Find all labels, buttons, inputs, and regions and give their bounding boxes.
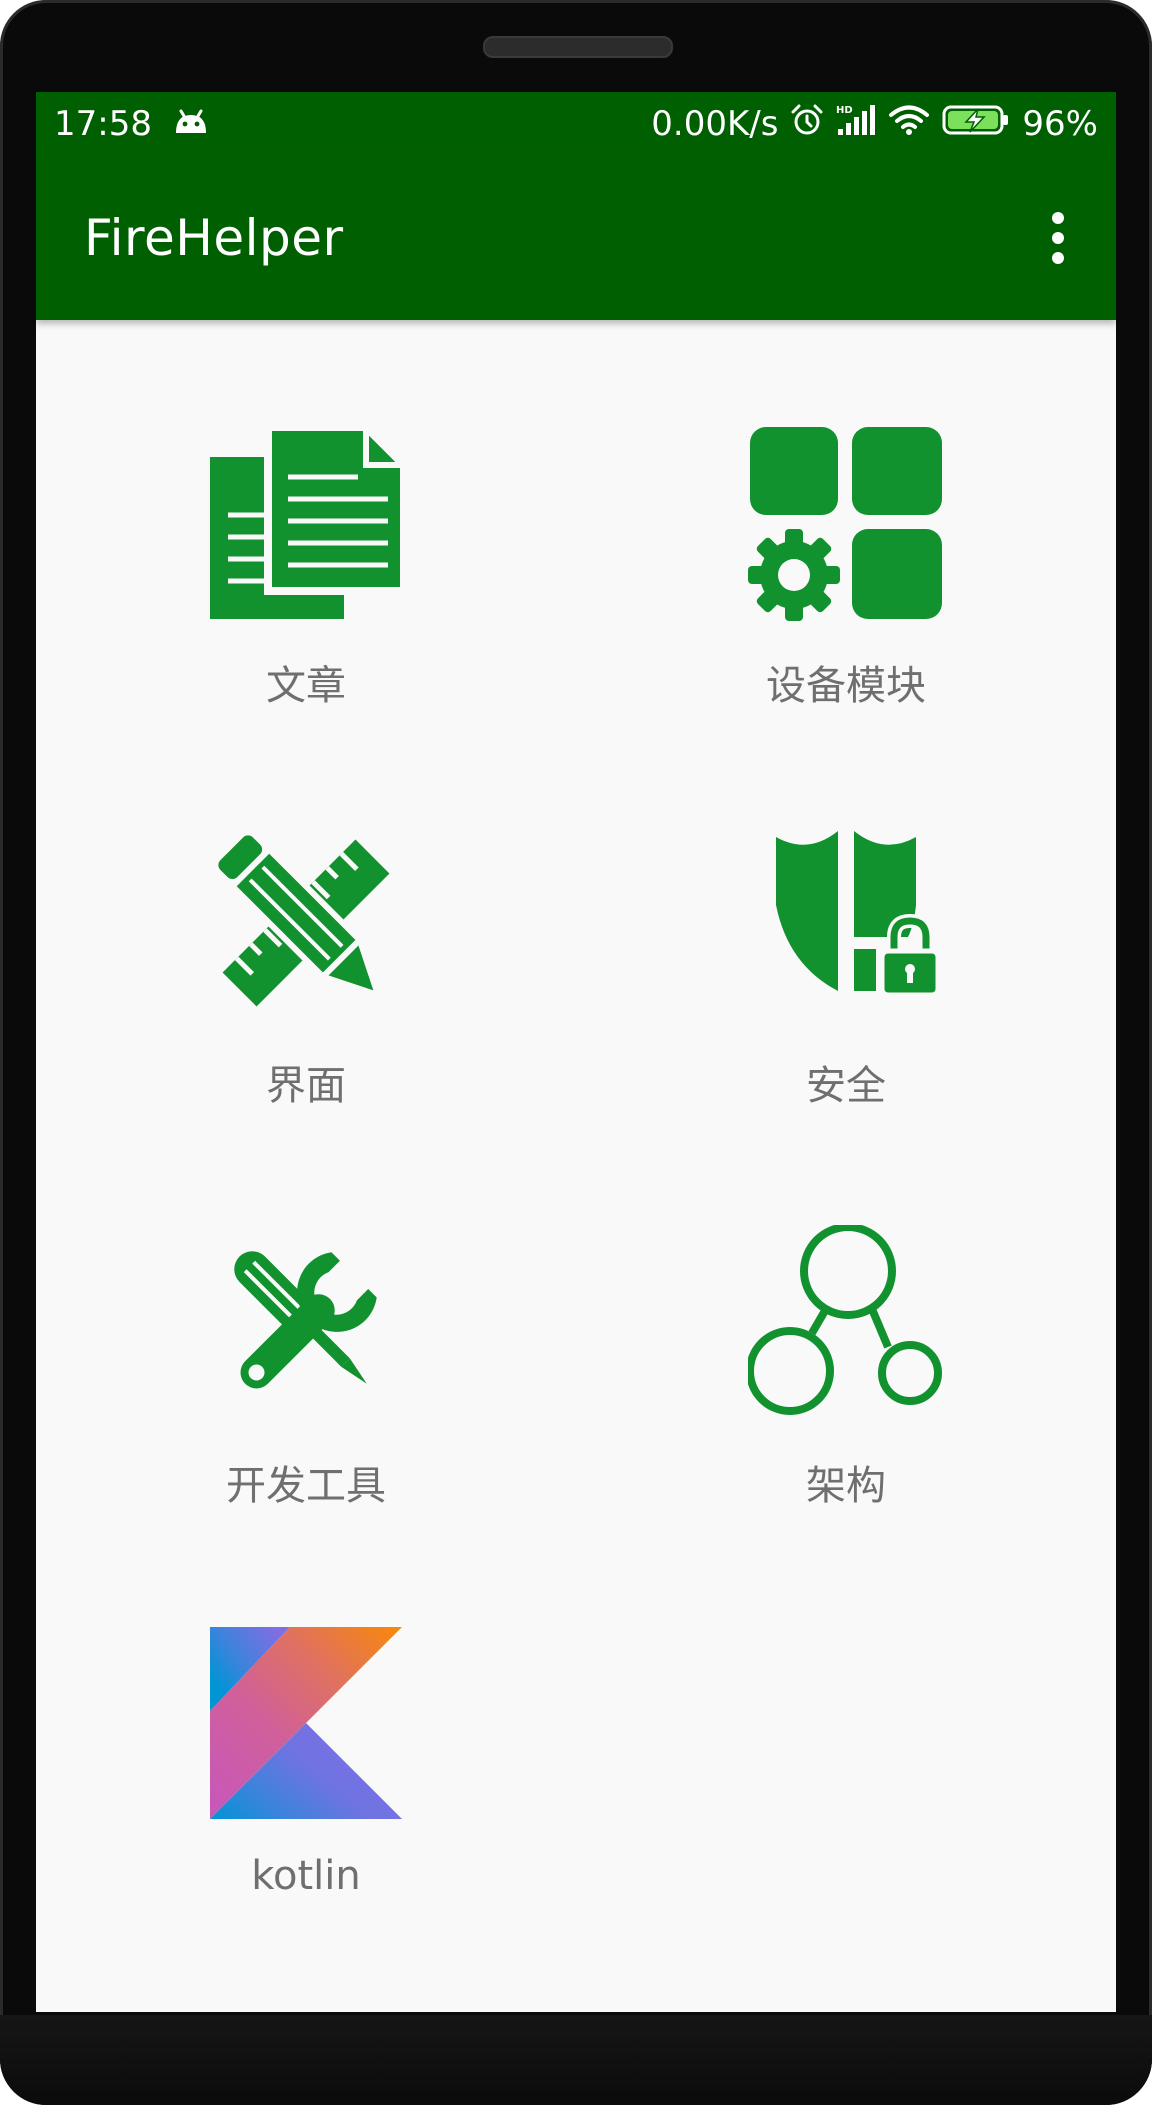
wrench-screwdriver-icon (234, 1251, 377, 1389)
tile-architecture[interactable]: 架构 (576, 1225, 1116, 1625)
earpiece-speaker (483, 36, 673, 58)
android-icon (172, 104, 210, 144)
architecture-icon (748, 1225, 942, 1415)
status-bar: 17:58 0.00K/s HD 96% (36, 92, 1116, 156)
shield-lock-icon (776, 831, 941, 998)
overflow-menu-icon[interactable] (1046, 208, 1070, 268)
tile-ui[interactable]: 界面 (36, 825, 576, 1225)
tile-label: 开发工具 (226, 1463, 386, 1509)
tile-security[interactable]: 安全 (576, 825, 1116, 1225)
tile-label: 文章 (266, 663, 346, 709)
phone-frame: 17:58 0.00K/s HD 96% FireHelper 文章 设备模块 … (0, 0, 1152, 2105)
battery-charging-icon (942, 104, 1010, 145)
feature-grid: 文章 设备模块 界面 安全 开发工具 架构 kotlin (36, 320, 1116, 2012)
tile-label: kotlin (251, 1853, 361, 1899)
app-title: FireHelper (84, 209, 344, 267)
app-bar: FireHelper (36, 156, 1116, 320)
bottom-bezel (0, 2015, 1152, 2105)
device-screen: 17:58 0.00K/s HD 96% FireHelper 文章 设备模块 … (36, 92, 1116, 2012)
ruler-pencil-icon (212, 829, 390, 1007)
tile-label: 安全 (806, 1063, 886, 1109)
svg-text:HD: HD (836, 105, 853, 116)
tile-articles[interactable]: 文章 (36, 425, 576, 825)
hd-signal-icon: HD (836, 103, 876, 146)
alarm-icon (790, 103, 824, 146)
battery-percent: 96% (1022, 104, 1098, 144)
documents-icon (210, 425, 404, 619)
tile-label: 界面 (266, 1063, 346, 1109)
modules-icon (748, 427, 942, 621)
tile-label: 设备模块 (766, 663, 926, 709)
kotlin-logo-icon (210, 1627, 402, 1819)
tile-label: 架构 (806, 1463, 886, 1509)
wifi-icon (888, 104, 930, 145)
tile-device-modules[interactable]: 设备模块 (576, 425, 1116, 825)
tile-kotlin[interactable]: kotlin (36, 1625, 576, 2012)
tile-dev-tools[interactable]: 开发工具 (36, 1225, 576, 1625)
net-speed: 0.00K/s (651, 104, 779, 144)
status-time: 17:58 (54, 104, 152, 144)
